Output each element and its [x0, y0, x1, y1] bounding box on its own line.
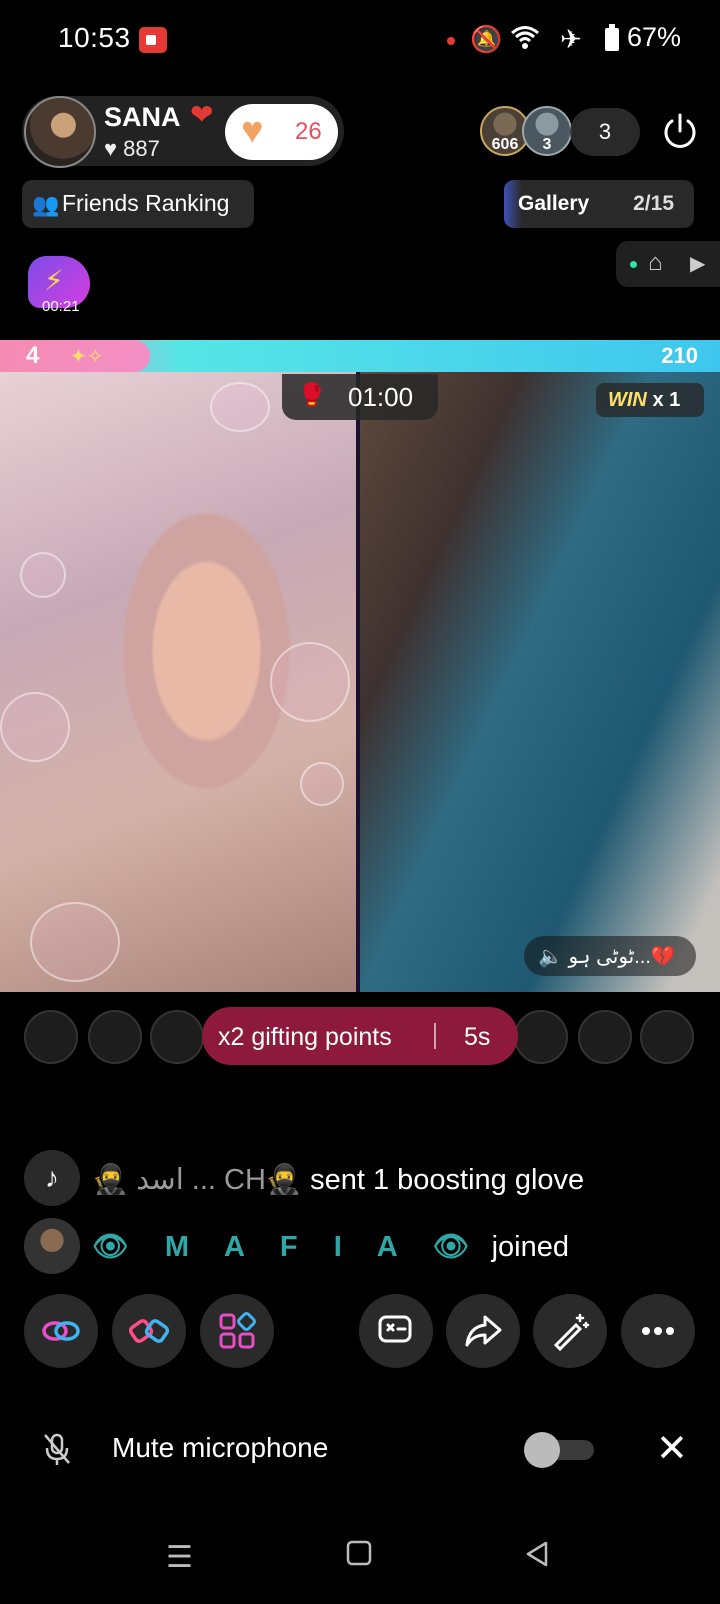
- more-dots-icon: [642, 1327, 674, 1335]
- viewer-badge-1: 606: [491, 136, 519, 153]
- like-button[interactable]: ♥ 26: [225, 104, 338, 160]
- gifter-avatar[interactable]: [578, 1010, 632, 1064]
- back-icon[interactable]: [524, 1540, 550, 1576]
- gifter-avatar[interactable]: [514, 1010, 568, 1064]
- comment-settings-button[interactable]: [359, 1294, 433, 1368]
- bell-muted-icon: 🔕: [470, 24, 503, 54]
- bubble-effect: [210, 382, 270, 432]
- host-likes: ♥ 887: [104, 136, 160, 161]
- viewer-badge-2: 3: [542, 136, 552, 153]
- chat-message[interactable]: ♪ 🥷 اسد ... CH🥷 sent 1 boosting glove: [24, 1150, 704, 1206]
- gifter-avatar[interactable]: [88, 1010, 142, 1064]
- chat-sender: 🥷 اسد ... CH🥷: [92, 1164, 303, 1196]
- gifter-avatar[interactable]: [150, 1010, 204, 1064]
- friends-ranking-label: Friends Ranking: [62, 190, 230, 216]
- battle-icon: [129, 1319, 169, 1343]
- wifi-icon: [510, 24, 540, 57]
- gallery-button[interactable]: Gallery 2/15: [504, 180, 694, 228]
- battle-countdown: 01:00: [348, 382, 414, 412]
- chat-action: joined: [491, 1231, 569, 1263]
- gifting-points-banner: x2 gifting points 5s: [202, 1007, 518, 1065]
- effects-button[interactable]: [533, 1294, 607, 1368]
- orange-heart-icon: ♥: [241, 110, 264, 152]
- more-button[interactable]: [621, 1294, 695, 1368]
- bubble-effect: [0, 692, 70, 762]
- status-time: 10:53: [58, 22, 131, 53]
- audio-pill[interactable]: 🔈 ٹوٹی ہو...💔: [524, 936, 696, 976]
- win-label: WIN: [608, 389, 647, 411]
- play-icon: ▶: [690, 253, 706, 275]
- host-avatar[interactable]: [24, 96, 96, 168]
- notification-dot-icon: [447, 37, 455, 45]
- bubble-effect: [300, 762, 344, 806]
- mute-microphone-label: Mute microphone: [112, 1432, 329, 1463]
- screen-record-icon: [139, 27, 167, 53]
- link-icon: [42, 1321, 80, 1341]
- battle-timer: 🥊 01:00: [282, 374, 438, 420]
- battle-progress-bar: 4 ✦✧ 210: [0, 340, 720, 372]
- gifting-seconds: 5s: [464, 1023, 491, 1051]
- friends-ranking-button[interactable]: 👥 Friends Ranking: [22, 180, 254, 228]
- event-badge[interactable]: ⚡ 00:21: [24, 256, 94, 318]
- battery-percent: 67%: [627, 22, 682, 52]
- chat-text: 👁 M A F I A 👁 joined: [92, 1230, 569, 1264]
- chat-sender: 👁 M A F I A 👁: [92, 1231, 484, 1263]
- win-count: x 1: [652, 389, 681, 411]
- speaker-icon: 🔈: [538, 946, 563, 968]
- gallery-label: Gallery: [518, 192, 590, 215]
- top-viewer-avatar-2[interactable]: 3: [522, 106, 572, 156]
- bubble-effect: [270, 642, 350, 722]
- recent-apps-icon[interactable]: ☰: [166, 1540, 193, 1575]
- chat-text: 🥷 اسد ... CH🥷 sent 1 boosting glove: [92, 1162, 584, 1197]
- message-x-icon: [378, 1315, 412, 1343]
- link-button[interactable]: [24, 1294, 98, 1368]
- share-arrow-icon: [465, 1315, 502, 1347]
- live-dot-icon: [630, 261, 637, 268]
- host-video[interactable]: [0, 372, 356, 992]
- heart-icon: ❤: [190, 99, 214, 130]
- gifter-avatar[interactable]: [24, 1010, 78, 1064]
- gifting-points-text: x2 gifting points: [218, 1023, 392, 1051]
- gifting-separator: [434, 1023, 436, 1049]
- opponent-video[interactable]: [360, 372, 720, 992]
- share-button[interactable]: [446, 1294, 520, 1368]
- win-streak-badge: WIN x 1: [596, 383, 704, 417]
- gallery-page: 2/15: [633, 192, 674, 215]
- chat-message[interactable]: 👁 M A F I A 👁 joined: [24, 1218, 704, 1274]
- airplane-mode-icon: ✈: [560, 24, 582, 54]
- mini-widget[interactable]: ⌂ ▶: [616, 241, 720, 287]
- mute-microphone-toggle[interactable]: [524, 1432, 596, 1468]
- bubble-effect: [30, 902, 120, 982]
- viewer-count[interactable]: 3: [570, 108, 640, 156]
- like-count: 26: [295, 118, 322, 145]
- spark-icon: ✦✧: [70, 346, 104, 368]
- battle-right-score: 210: [661, 343, 698, 368]
- gifter-avatar[interactable]: [640, 1010, 694, 1064]
- home-nav-icon[interactable]: [346, 1540, 372, 1574]
- tiktok-icon: ♪: [24, 1150, 80, 1206]
- status-bar: 10:53 🔕 ✈ 67%: [0, 0, 720, 80]
- battle-button[interactable]: [112, 1294, 186, 1368]
- power-icon[interactable]: [660, 112, 700, 152]
- apps-button[interactable]: [200, 1294, 274, 1368]
- home-icon: ⌂: [648, 249, 663, 276]
- battle-left-score: 4: [26, 342, 40, 369]
- lightning-icon: ⚡: [44, 265, 64, 296]
- close-icon[interactable]: ✕: [656, 1426, 688, 1471]
- user-avatar: [24, 1218, 80, 1274]
- boxing-gloves-icon: 🥊: [298, 382, 326, 407]
- chat-action: sent 1 boosting glove: [310, 1164, 585, 1196]
- bubble-effect: [20, 552, 66, 598]
- microphone-off-icon: [44, 1433, 70, 1465]
- event-timer: 00:21: [42, 298, 80, 315]
- friends-icon: 👥: [32, 192, 60, 217]
- host-name[interactable]: SANA: [104, 102, 181, 133]
- toggle-knob: [524, 1432, 560, 1468]
- audio-text: ٹوٹی ہو...💔: [568, 946, 676, 968]
- apps-grid-icon: [219, 1312, 256, 1349]
- magic-wand-icon: [553, 1313, 590, 1351]
- battery-icon: [604, 24, 620, 59]
